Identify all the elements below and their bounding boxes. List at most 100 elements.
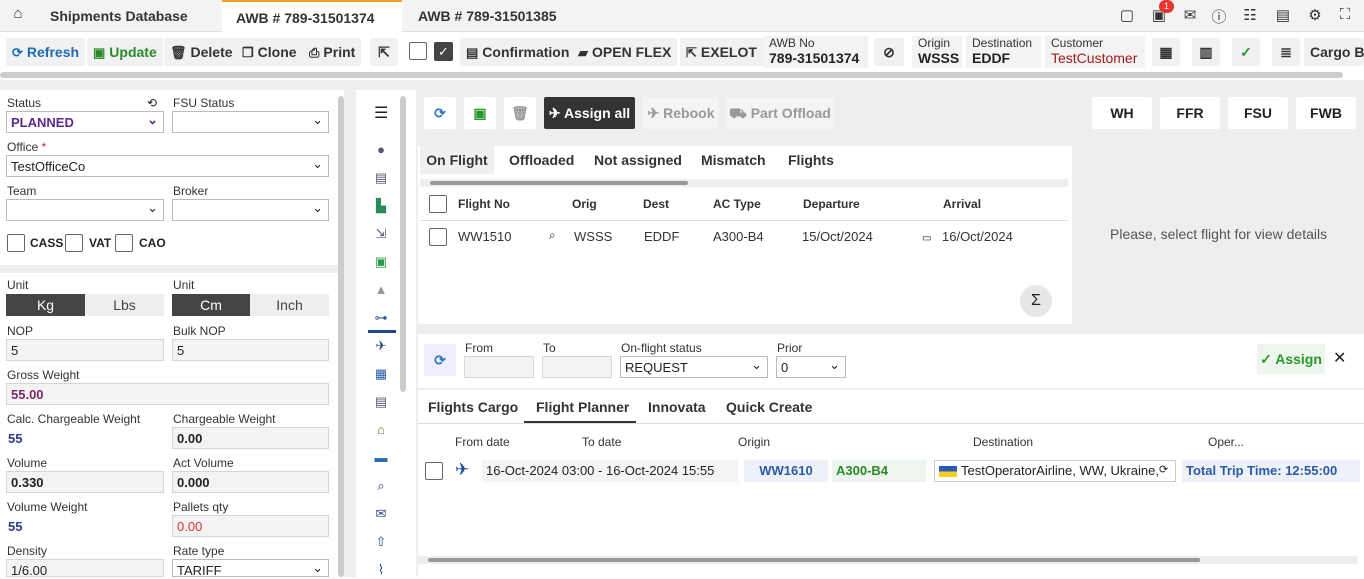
gross-weight-input[interactable]: 55.00 (6, 383, 329, 405)
col-orig[interactable]: Orig (572, 197, 597, 211)
inch-toggle[interactable]: Inch (250, 294, 329, 316)
from-input[interactable] (464, 356, 534, 378)
info-icon[interactable]: ⓘ (1209, 6, 1229, 27)
pallets-input[interactable]: 0.00 (172, 515, 329, 537)
part-offload-button[interactable]: ⛟ Part Offload (727, 97, 833, 129)
route-icon[interactable]: ⊶ (373, 310, 389, 326)
comment-icon[interactable]: ▬ (373, 450, 389, 466)
tab-not-assigned[interactable]: Not assigned (594, 152, 682, 168)
hide-button[interactable]: ⊘ (874, 38, 904, 66)
splitter[interactable] (344, 90, 356, 577)
refresh-button[interactable]: ⟳ Refresh (6, 38, 86, 66)
box-icon[interactable]: ▣ (373, 254, 389, 270)
comments-icon[interactable]: ☷ (1240, 6, 1260, 24)
customer-value[interactable]: TestCustomer (1051, 50, 1139, 66)
coins-button[interactable]: ≣ (1272, 38, 1300, 66)
tab-awb-31501374[interactable]: AWB # 789-31501374 (222, 0, 402, 32)
mail-list-icon[interactable]: ✉ (373, 506, 389, 522)
print-button[interactable]: ⎙ Print (303, 38, 362, 66)
filter-refresh-button[interactable]: ⟳ (424, 344, 456, 376)
clone-button[interactable]: ❐ Clone (236, 38, 303, 66)
planner-operator-select[interactable]: TestOperatorAirline, WW, Ukraine, (934, 460, 1176, 482)
mail-icon[interactable]: ✉ (1180, 6, 1200, 24)
col-flight-no[interactable]: Flight No (458, 197, 510, 211)
tab-flight-planner[interactable]: Flight Planner (536, 399, 629, 415)
calendar-icon[interactable]: ▭ (922, 233, 931, 244)
confirmation-button[interactable]: ▤ Confirmation (460, 38, 576, 66)
col-departure[interactable]: Departure (803, 197, 860, 211)
update-button[interactable]: ▣ Update (87, 38, 163, 66)
icon-column-scrollbar[interactable] (400, 96, 406, 392)
planner-scroll-thumb[interactable] (428, 558, 1200, 562)
cell-flight-no[interactable]: WW1510 (458, 229, 511, 244)
toolbar-scrollbar[interactable] (0, 72, 1343, 78)
zoom-icon[interactable]: ⌕ (549, 228, 556, 243)
doc-settings-icon[interactable]: ▤ (373, 394, 389, 410)
table-scroll-thumb[interactable] (430, 181, 688, 185)
cass-checkbox[interactable] (7, 234, 25, 252)
upload-icon[interactable]: ⇧ (373, 534, 389, 550)
pallets-icon[interactable]: ▙ (373, 198, 389, 214)
doc-info-icon[interactable]: ▤ (373, 170, 389, 186)
to-input[interactable] (542, 356, 612, 378)
rebook-button[interactable]: ✈ Rebook (643, 97, 719, 129)
chart-icon[interactable]: ⌇ (373, 562, 389, 578)
density-input[interactable]: 1/6.00 (6, 559, 164, 578)
history-icon[interactable]: ⟲ (147, 96, 157, 110)
planner-row-checkbox[interactable] (425, 462, 443, 480)
message-icon[interactable]: ▢ (1117, 6, 1137, 24)
lbs-toggle[interactable]: Lbs (85, 294, 164, 316)
clipboard-button[interactable]: ▥ (1192, 38, 1220, 66)
tab-quick-create[interactable]: Quick Create (726, 399, 812, 415)
fullscreen-icon[interactable]: ⛶ (1335, 6, 1355, 23)
tab-mismatch[interactable]: Mismatch (701, 152, 766, 168)
rate-type-select[interactable]: TARIFF (172, 559, 329, 578)
attachment-icon[interactable]: ⌕ (373, 478, 389, 494)
tab-awb-31501385[interactable]: AWB # 789-31501385 (404, 0, 584, 32)
checked-checkbox[interactable]: ✓ (434, 42, 453, 61)
cargo-bo-button[interactable]: Cargo Bo (1304, 38, 1364, 66)
delete-button[interactable]: 🗑 Delete (164, 38, 239, 66)
kg-toggle[interactable]: Kg (6, 294, 85, 316)
cm-toggle[interactable]: Cm (172, 294, 250, 316)
containers-icon[interactable]: ▦ (373, 366, 389, 382)
prior-stepper[interactable]: 0 (776, 356, 846, 378)
trash-button[interactable]: 🗑 (504, 97, 536, 129)
plane-icon[interactable]: ✈ (373, 338, 389, 354)
tab-offloaded[interactable]: Offloaded (509, 152, 574, 168)
assign-button[interactable]: ✓ Assign (1257, 344, 1325, 374)
tab-flights-cargo[interactable]: Flights Cargo (428, 399, 518, 415)
ffr-button[interactable]: FFR (1160, 97, 1220, 129)
check-button[interactable]: ✓ (1232, 38, 1260, 66)
tab-flights[interactable]: Flights (788, 152, 834, 168)
assign-all-button[interactable]: ✈ Assign all (544, 97, 635, 129)
col-dest[interactable]: Dest (643, 197, 669, 211)
home-icon[interactable]: ⌂ (8, 5, 28, 22)
col-arrival[interactable]: Arrival (943, 197, 981, 211)
document-icon[interactable]: ▤ (1273, 6, 1293, 24)
broker-select[interactable] (172, 199, 329, 221)
cw-input[interactable]: 0.00 (172, 427, 329, 449)
row-checkbox[interactable] (429, 228, 447, 246)
onflight-status-select[interactable]: REQUEST (620, 356, 768, 378)
gear-icon[interactable]: ⚙ (1305, 6, 1325, 24)
fwb-button[interactable]: FWB (1296, 97, 1356, 129)
planner-flight[interactable]: WW1610 (744, 460, 828, 482)
fsu-status-select[interactable] (172, 111, 329, 133)
tab-on-flight[interactable]: On Flight (420, 146, 494, 174)
import-icon[interactable]: ⇲ (373, 226, 389, 242)
volume-input[interactable]: 0.330 (6, 471, 164, 493)
vat-checkbox[interactable] (65, 234, 83, 252)
fsu-button[interactable]: FSU (1228, 97, 1288, 129)
save-button[interactable]: ▣ (464, 97, 496, 129)
warning-icon[interactable]: ▲ (373, 282, 389, 298)
close-icon[interactable]: ✕ (1333, 348, 1346, 368)
warehouse-icon[interactable]: ⌂ (373, 422, 389, 438)
act-volume-input[interactable]: 0.000 (172, 471, 329, 493)
cao-checkbox[interactable] (115, 234, 133, 252)
reload-button[interactable]: ⟳ (424, 97, 456, 129)
exelot-button[interactable]: ⇱ EXELOT (680, 38, 763, 66)
bulk-nop-input[interactable]: 5 (172, 339, 329, 361)
menu-icon[interactable]: ☰ (374, 103, 388, 123)
tab-shipments-database[interactable]: Shipments Database (36, 0, 222, 32)
